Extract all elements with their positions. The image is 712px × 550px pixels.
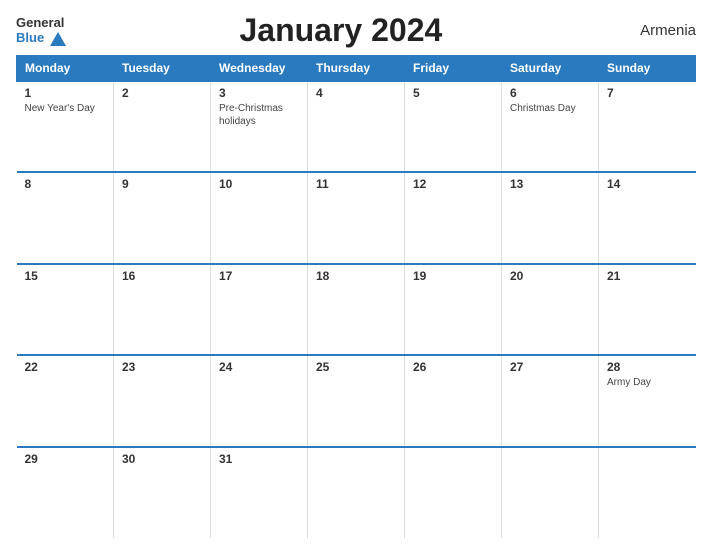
day-number: 8 — [25, 177, 106, 191]
calendar-cell: 26 — [405, 355, 502, 446]
calendar-cell: 8 — [17, 172, 114, 263]
header-thursday: Thursday — [308, 56, 405, 82]
calendar-cell: 24 — [211, 355, 308, 446]
calendar-title: January 2024 — [66, 12, 616, 49]
calendar-week-5: 29 30 31 — [17, 447, 696, 538]
day-number: 16 — [122, 269, 202, 283]
day-number: 15 — [25, 269, 106, 283]
header-monday: Monday — [17, 56, 114, 82]
day-number: 6 — [510, 86, 590, 100]
logo-blue: Blue — [16, 30, 66, 46]
calendar-cell: 30 — [114, 447, 211, 538]
calendar-cell — [405, 447, 502, 538]
header-tuesday: Tuesday — [114, 56, 211, 82]
calendar-cell: 18 — [308, 264, 405, 355]
calendar-cell: 22 — [17, 355, 114, 446]
calendar-cell — [502, 447, 599, 538]
day-number: 4 — [316, 86, 396, 100]
calendar-cell: 31 — [211, 447, 308, 538]
calendar-cell: 10 — [211, 172, 308, 263]
day-number: 29 — [25, 452, 106, 466]
calendar-cell: 12 — [405, 172, 502, 263]
calendar-cell: 6 Christmas Day — [502, 81, 599, 172]
header-saturday: Saturday — [502, 56, 599, 82]
day-number: 31 — [219, 452, 299, 466]
day-number: 25 — [316, 360, 396, 374]
holiday-label: Army Day — [607, 377, 651, 388]
day-number: 20 — [510, 269, 590, 283]
country-name: Armenia — [616, 22, 696, 39]
day-number: 2 — [122, 86, 202, 100]
day-number: 26 — [413, 360, 493, 374]
day-number: 30 — [122, 452, 202, 466]
calendar-week-1: 1 New Year's Day 2 3 Pre-Christmas holidays 4… — [17, 81, 696, 172]
calendar-page: General Blue January 2024 Armenia Monday… — [0, 0, 712, 550]
day-number: 7 — [607, 86, 688, 100]
calendar-cell: 25 — [308, 355, 405, 446]
calendar-cell: 13 — [502, 172, 599, 263]
calendar-cell: 1 New Year's Day — [17, 81, 114, 172]
calendar-cell: 23 — [114, 355, 211, 446]
day-number: 27 — [510, 360, 590, 374]
holiday-label: Pre-Christmas holidays — [219, 103, 283, 127]
calendar-cell: 29 — [17, 447, 114, 538]
calendar-cell — [599, 447, 696, 538]
header-sunday: Sunday — [599, 56, 696, 82]
calendar-cell: 5 — [405, 81, 502, 172]
calendar-week-2: 8 9 10 11 12 13 14 — [17, 172, 696, 263]
weekday-header: Monday Tuesday Wednesday Thursday Friday… — [17, 56, 696, 82]
day-number: 28 — [607, 360, 688, 374]
day-number: 21 — [607, 269, 688, 283]
calendar-cell: 17 — [211, 264, 308, 355]
day-number: 17 — [219, 269, 299, 283]
day-number: 1 — [25, 86, 106, 100]
calendar-week-4: 22 23 24 25 26 27 28 Army Day — [17, 355, 696, 446]
day-number: 13 — [510, 177, 590, 191]
day-number: 12 — [413, 177, 493, 191]
calendar-table: Monday Tuesday Wednesday Thursday Friday… — [16, 55, 696, 538]
calendar-header: General Blue January 2024 Armenia — [16, 12, 696, 49]
calendar-cell: 19 — [405, 264, 502, 355]
day-number: 22 — [25, 360, 106, 374]
calendar-cell: 27 — [502, 355, 599, 446]
calendar-cell — [308, 447, 405, 538]
day-number: 23 — [122, 360, 202, 374]
day-number: 10 — [219, 177, 299, 191]
logo-text: General Blue — [16, 15, 66, 46]
day-number: 14 — [607, 177, 688, 191]
logo-triangle-icon — [50, 32, 66, 46]
calendar-header-row: Monday Tuesday Wednesday Thursday Friday… — [17, 56, 696, 82]
holiday-label: Christmas Day — [510, 103, 576, 114]
calendar-cell: 7 — [599, 81, 696, 172]
holiday-label: New Year's Day — [25, 103, 95, 114]
header-wednesday: Wednesday — [211, 56, 308, 82]
calendar-cell: 28 Army Day — [599, 355, 696, 446]
day-number: 3 — [219, 86, 299, 100]
header-friday: Friday — [405, 56, 502, 82]
day-number: 19 — [413, 269, 493, 283]
calendar-cell: 21 — [599, 264, 696, 355]
day-number: 9 — [122, 177, 202, 191]
calendar-cell: 15 — [17, 264, 114, 355]
calendar-cell: 3 Pre-Christmas holidays — [211, 81, 308, 172]
logo-general: General — [16, 15, 66, 30]
calendar-cell: 4 — [308, 81, 405, 172]
day-number: 11 — [316, 177, 396, 191]
day-number: 24 — [219, 360, 299, 374]
day-number: 18 — [316, 269, 396, 283]
calendar-cell: 20 — [502, 264, 599, 355]
calendar-cell: 2 — [114, 81, 211, 172]
day-number: 5 — [413, 86, 493, 100]
calendar-week-3: 15 16 17 18 19 20 21 — [17, 264, 696, 355]
calendar-cell: 16 — [114, 264, 211, 355]
logo: General Blue — [16, 15, 66, 46]
calendar-cell: 14 — [599, 172, 696, 263]
calendar-body: 1New Year's Day23Pre-Christmas holidays4… — [17, 81, 696, 538]
calendar-cell: 9 — [114, 172, 211, 263]
calendar-cell: 11 — [308, 172, 405, 263]
